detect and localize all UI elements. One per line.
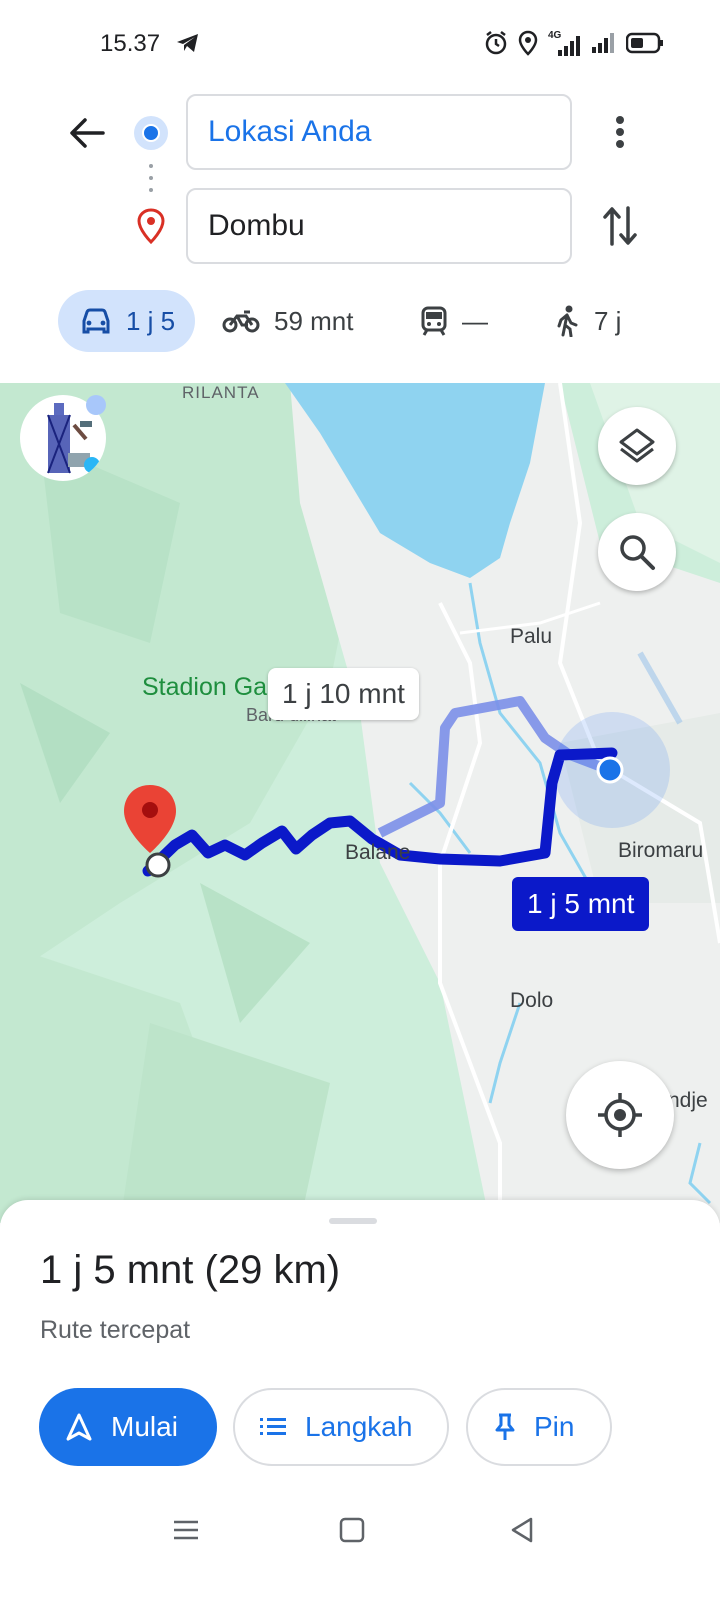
pin-button-label: Pin bbox=[534, 1411, 575, 1442]
walk-icon bbox=[557, 305, 578, 337]
more-vert-icon bbox=[616, 116, 624, 148]
status-bar: 15.37 4G bbox=[0, 0, 720, 88]
mode-motorcycle[interactable]: 59 mnt bbox=[222, 290, 354, 352]
telegram-icon bbox=[176, 32, 200, 59]
location-status-icon bbox=[518, 30, 538, 61]
swap-vert-icon bbox=[603, 206, 637, 246]
train-icon bbox=[421, 306, 447, 336]
pin-button[interactable]: Pin bbox=[466, 1388, 612, 1466]
map-label-rilanta: RILANTA bbox=[182, 383, 260, 402]
map-label-ndje: ndje bbox=[668, 1089, 708, 1112]
route-description: Rute tercepat bbox=[40, 1316, 191, 1344]
origin-field[interactable]: Lokasi Anda bbox=[186, 94, 572, 170]
home-square-icon bbox=[339, 1517, 365, 1543]
start-button-label: Mulai bbox=[111, 1411, 178, 1442]
alarm-icon bbox=[484, 30, 508, 61]
navigation-icon bbox=[66, 1413, 92, 1441]
home-button[interactable] bbox=[332, 1510, 372, 1550]
drag-handle[interactable] bbox=[329, 1218, 377, 1224]
my-location-button[interactable] bbox=[566, 1061, 674, 1169]
search-icon bbox=[620, 535, 655, 570]
signal-4g-icon: 4G bbox=[548, 30, 580, 58]
menu-icon bbox=[174, 1520, 198, 1540]
nav-back-button[interactable] bbox=[502, 1510, 542, 1550]
destination-field[interactable]: Dombu bbox=[186, 188, 572, 264]
layers-icon bbox=[619, 428, 655, 463]
recent-apps-button[interactable] bbox=[166, 1510, 206, 1550]
mode-driving[interactable]: 1 j 5 bbox=[58, 290, 195, 352]
my-location-icon bbox=[598, 1093, 642, 1137]
mode-transit-label: — bbox=[462, 305, 488, 336]
arrow-back-icon bbox=[70, 118, 105, 148]
system-nav-bar bbox=[0, 1490, 720, 1600]
destination-pin-icon bbox=[136, 208, 166, 249]
map-label-balane: Balane bbox=[345, 841, 411, 864]
status-icons: 4G bbox=[484, 30, 664, 61]
list-icon bbox=[260, 1418, 286, 1435]
mode-driving-label: 1 j 5 bbox=[126, 305, 176, 336]
avatar-indicator-dot bbox=[86, 395, 106, 415]
status-time: 15.37 bbox=[100, 30, 161, 57]
signal-icon bbox=[590, 31, 616, 60]
mode-walking-label: 7 j bbox=[594, 305, 622, 336]
map-label-dolo: Dolo bbox=[510, 989, 554, 1012]
battery-icon bbox=[625, 32, 664, 59]
swap-button[interactable] bbox=[596, 202, 644, 250]
layers-button[interactable] bbox=[598, 407, 676, 485]
steps-button[interactable]: Langkah bbox=[233, 1388, 449, 1466]
mode-motorcycle-label: 59 mnt bbox=[274, 305, 354, 336]
more-options-button[interactable] bbox=[598, 110, 642, 154]
network-badge: 4G bbox=[548, 29, 562, 41]
map-label-palu: Palu bbox=[510, 625, 553, 648]
start-button[interactable]: Mulai bbox=[39, 1388, 217, 1466]
car-icon bbox=[82, 308, 110, 334]
route-connector bbox=[149, 164, 153, 196]
travel-mode-bar: 1 j 5 59 mnt — 7 j bbox=[0, 288, 720, 356]
main-route-time[interactable]: 1 j 5 mnt bbox=[512, 877, 650, 931]
route-duration-distance: 1 j 5 mnt (29 km) bbox=[40, 1248, 341, 1292]
mode-transit[interactable]: — bbox=[420, 290, 488, 352]
origin-marker-icon bbox=[134, 116, 168, 150]
route-summary-sheet: 1 j 5 mnt (29 km) Rute tercepat Mulai La… bbox=[0, 1200, 720, 1490]
steps-button-label: Langkah bbox=[305, 1411, 413, 1442]
alternate-route-time[interactable]: 1 j 10 mnt bbox=[268, 668, 419, 720]
back-button[interactable] bbox=[62, 108, 112, 158]
motorcycle-icon bbox=[222, 310, 260, 333]
pin-icon bbox=[495, 1413, 515, 1440]
mode-walking[interactable]: 7 j bbox=[554, 290, 621, 352]
map-label-stadion[interactable]: Stadion Ga bbox=[142, 673, 267, 702]
triangle-back-icon bbox=[511, 1517, 533, 1543]
map-label-biromaru: Biromaru bbox=[618, 839, 704, 862]
map-search-button[interactable] bbox=[598, 513, 676, 591]
map-view[interactable]: RILANTA Palu Stadion Ga Baru dilihat Bal… bbox=[0, 383, 720, 1223]
